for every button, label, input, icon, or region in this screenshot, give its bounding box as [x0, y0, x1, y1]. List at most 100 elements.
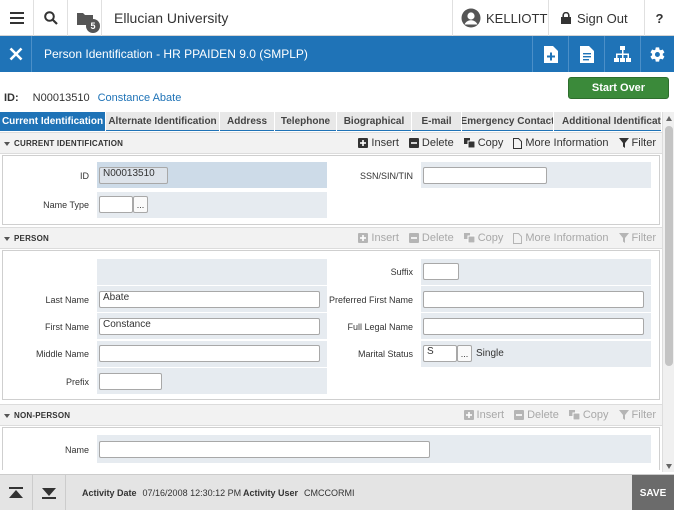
- filter-icon: [618, 410, 629, 420]
- plus-box-icon: [463, 410, 474, 420]
- more-information-button-disabled[interactable]: More Information: [513, 232, 609, 244]
- previous-section-button[interactable]: [0, 475, 33, 510]
- plus-box-icon: [358, 233, 369, 243]
- recently-opened-button[interactable]: 5: [68, 0, 102, 36]
- key-block: ID: N00013510 Constance Abate: [4, 92, 181, 104]
- add-document-icon: [543, 45, 558, 63]
- document-icon: [579, 45, 594, 63]
- scroll-thumb[interactable]: [665, 126, 673, 366]
- prefix-label: Prefix: [65, 377, 89, 387]
- hamburger-icon: [9, 12, 24, 24]
- settings-button[interactable]: [640, 36, 674, 72]
- add-page-button[interactable]: [532, 36, 568, 72]
- person-empty-row: [97, 259, 327, 285]
- first-name-label: First Name: [44, 322, 89, 332]
- copy-button-disabled[interactable]: Copy: [568, 409, 609, 421]
- vertical-scrollbar[interactable]: [662, 112, 674, 472]
- tab-strip: Current Identification Alternate Identif…: [0, 112, 662, 131]
- middle-name-input[interactable]: [99, 345, 320, 362]
- marital-status-input[interactable]: S: [423, 345, 457, 362]
- filter-button[interactable]: Filter: [618, 137, 656, 149]
- top-bar: 5 Ellucian University KELLIOTT Sign Out …: [0, 0, 674, 36]
- prefix-input[interactable]: [99, 373, 162, 390]
- ssn-input[interactable]: [423, 167, 547, 184]
- user-menu[interactable]: KELLIOTT: [452, 0, 548, 36]
- name-type-label: Name Type: [43, 200, 89, 210]
- insert-button-disabled[interactable]: Insert: [463, 409, 504, 421]
- full-legal-name-input[interactable]: [423, 318, 644, 335]
- scroll-down-icon[interactable]: [666, 464, 672, 469]
- marital-status-label: Marital Status: [357, 349, 413, 359]
- key-id-value: N00013510: [32, 92, 90, 104]
- footer-bar: Activity Date 07/16/2008 12:30:12 PM Acti…: [0, 474, 674, 510]
- preferred-first-name-input[interactable]: [423, 291, 644, 308]
- suffix-label: Suffix: [390, 267, 413, 277]
- copy-button[interactable]: Copy: [463, 137, 503, 149]
- current-identification-toolbar: Insert Delete Copy More Information Filt…: [358, 137, 656, 149]
- tab-additional-identification[interactable]: Additional Identification: [554, 112, 662, 131]
- folder-count-badge: 5: [86, 19, 100, 33]
- delete-button-disabled[interactable]: Delete: [514, 409, 559, 421]
- non-person-name-label: Name: [64, 445, 89, 455]
- tab-alternate-identification[interactable]: Alternate Identification: [106, 112, 220, 131]
- user-avatar-icon: [461, 8, 481, 28]
- arrow-up-bar-icon: [9, 487, 23, 498]
- person-title[interactable]: PERSON: [4, 234, 49, 243]
- non-person-panel: Name: [2, 427, 660, 470]
- non-person-header: NON-PERSON Insert Delete Copy Filter: [0, 404, 662, 426]
- non-person-name-input[interactable]: [99, 441, 430, 458]
- more-information-button[interactable]: More Information: [513, 137, 609, 149]
- marital-status-lookup-button[interactable]: ...: [457, 345, 472, 362]
- current-identification-title[interactable]: CURRENT IDENTIFICATION: [4, 139, 123, 148]
- id-input[interactable]: N00013510: [99, 167, 168, 184]
- key-id-label: ID:: [4, 92, 19, 104]
- plus-box-icon: [358, 138, 369, 148]
- delete-button[interactable]: Delete: [408, 137, 454, 149]
- related-button[interactable]: [568, 36, 604, 72]
- filter-icon: [618, 233, 629, 243]
- id-label: ID: [80, 171, 89, 181]
- copy-button-disabled[interactable]: Copy: [463, 232, 503, 244]
- key-person-name: Constance Abate: [97, 92, 182, 104]
- first-name-input[interactable]: Constance: [99, 318, 320, 335]
- close-icon: [9, 47, 22, 61]
- next-section-button[interactable]: [33, 475, 66, 510]
- sign-out-label: Sign Out: [577, 10, 628, 26]
- page-title: Person Identification - HR PPAIDEN 9.0 (…: [44, 47, 308, 61]
- menu-button[interactable]: [0, 0, 34, 36]
- tab-address[interactable]: Address: [220, 112, 275, 131]
- tab-telephone[interactable]: Telephone: [275, 112, 337, 131]
- save-button[interactable]: SAVE: [632, 475, 674, 510]
- minus-box-icon: [514, 410, 525, 420]
- sign-out-button[interactable]: Sign Out: [548, 0, 644, 36]
- collapse-triangle-icon: [4, 413, 10, 418]
- non-person-title[interactable]: NON-PERSON: [4, 411, 70, 420]
- sitemap-icon: [614, 46, 631, 62]
- name-type-input[interactable]: [99, 196, 133, 213]
- filter-button-disabled[interactable]: Filter: [618, 232, 656, 244]
- tab-biographical[interactable]: Biographical: [337, 112, 412, 131]
- insert-button-disabled[interactable]: Insert: [358, 232, 399, 244]
- middle-name-label: Middle Name: [35, 349, 89, 359]
- close-page-button[interactable]: [0, 36, 32, 72]
- tab-email[interactable]: E-mail: [412, 112, 462, 131]
- delete-button-disabled[interactable]: Delete: [408, 232, 454, 244]
- help-button[interactable]: ?: [644, 0, 674, 36]
- person-toolbar: Insert Delete Copy More Information Filt…: [358, 232, 656, 244]
- page-title-bar: Person Identification - HR PPAIDEN 9.0 (…: [0, 36, 674, 72]
- username: KELLIOTT: [486, 10, 548, 26]
- scroll-up-icon[interactable]: [666, 116, 672, 121]
- last-name-input[interactable]: Abate: [99, 291, 320, 308]
- start-over-button[interactable]: Start Over: [568, 77, 669, 99]
- current-identification-header: CURRENT IDENTIFICATION Insert Delete Cop…: [0, 132, 662, 154]
- filter-button-disabled[interactable]: Filter: [618, 409, 656, 421]
- activity-date: Activity Date 07/16/2008 12:30:12 PM: [82, 488, 242, 498]
- tab-current-identification[interactable]: Current Identification: [0, 112, 106, 131]
- search-button[interactable]: [34, 0, 68, 36]
- tools-button[interactable]: [604, 36, 640, 72]
- name-type-lookup-button[interactable]: ...: [133, 196, 148, 213]
- institution-name: Ellucian University: [114, 10, 229, 26]
- suffix-input[interactable]: [423, 263, 459, 280]
- tab-emergency-contact[interactable]: Emergency Contact: [462, 112, 554, 131]
- insert-button[interactable]: Insert: [358, 137, 399, 149]
